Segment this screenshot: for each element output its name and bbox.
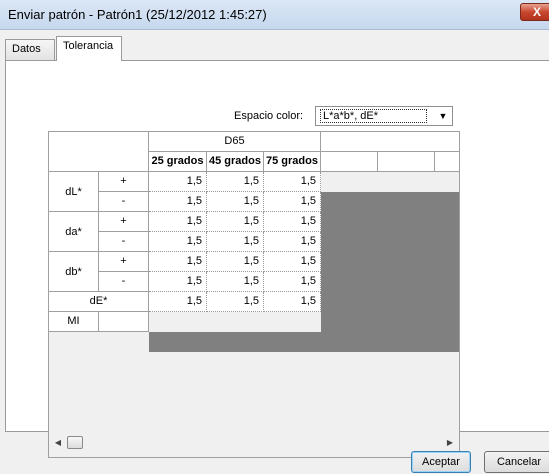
- scroll-left-icon[interactable]: ◀: [51, 435, 65, 450]
- extra-header-cell: [321, 152, 378, 172]
- color-space-label: Espacio color:: [234, 110, 304, 122]
- mi-row-cell: [99, 312, 149, 332]
- close-button[interactable]: X: [520, 3, 549, 21]
- horizontal-scrollbar[interactable]: ◀ ▶: [49, 434, 459, 451]
- color-space-select[interactable]: L*a*b*, dE* ▼: [315, 106, 453, 126]
- tolerance-value-cell[interactable]: 1,5: [207, 172, 264, 192]
- row-group-label: dL*: [49, 172, 99, 212]
- tolerance-value-cell[interactable]: 1,5: [264, 212, 321, 232]
- tolerance-value-cell[interactable]: 1,5: [149, 212, 207, 232]
- tolerance-value-cell[interactable]: 1,5: [149, 192, 207, 212]
- window-titlebar: Enviar patrón - Patrón1 (25/12/2012 1:45…: [0, 0, 549, 30]
- tolerance-value-cell[interactable]: 1,5: [264, 292, 321, 312]
- row-sign: +: [99, 252, 149, 272]
- row-sign: +: [99, 212, 149, 232]
- extra-header-cell: [321, 132, 459, 152]
- scroll-thumb[interactable]: [67, 436, 83, 449]
- tolerance-value-cell[interactable]: 1,5: [264, 192, 321, 212]
- tolerance-value-cell[interactable]: 1,5: [207, 272, 264, 292]
- de-row-label: dE*: [49, 292, 149, 312]
- tolerance-value-cell[interactable]: 1,5: [264, 232, 321, 252]
- illuminant-header: D65: [149, 132, 321, 152]
- extra-header-cell: [378, 152, 435, 172]
- row-sign: +: [99, 172, 149, 192]
- tolerance-value-cell[interactable]: 1,5: [264, 272, 321, 292]
- tab-tolerancia[interactable]: Tolerancia: [56, 36, 122, 61]
- tolerance-value-cell[interactable]: 1,5: [149, 292, 207, 312]
- color-space-value: L*a*b*, dE*: [320, 109, 427, 123]
- row-group-label: db*: [49, 252, 99, 292]
- window-title: Enviar patrón - Patrón1 (25/12/2012 1:45…: [8, 7, 267, 22]
- grid-empty-region-mi: [149, 332, 459, 352]
- tolerance-value-cell[interactable]: 1,5: [207, 292, 264, 312]
- tolerancia-panel: Espacio color: L*a*b*, dE* ▼ D65 25 grad…: [5, 60, 549, 458]
- tolerance-value-cell[interactable]: 1,5: [207, 212, 264, 232]
- tab-datos[interactable]: Datos: [5, 39, 55, 60]
- row-group-label: da*: [49, 212, 99, 252]
- accept-button[interactable]: Aceptar: [411, 451, 471, 473]
- tolerance-value-cell[interactable]: 1,5: [207, 192, 264, 212]
- dialog-client: Datos Tolerancia Espacio color: L*a*b*, …: [0, 30, 549, 474]
- tolerance-value-cell[interactable]: 1,5: [264, 172, 321, 192]
- grid-empty-region-de: [321, 292, 459, 332]
- row-sign: -: [99, 232, 149, 252]
- tolerance-value-cell[interactable]: 1,5: [207, 252, 264, 272]
- mi-row-label: MI: [49, 312, 99, 332]
- chevron-down-icon[interactable]: ▼: [434, 107, 452, 125]
- row-sign: -: [99, 272, 149, 292]
- column-header: 75 grados: [264, 152, 321, 172]
- column-header: 25 grados: [149, 152, 207, 172]
- tolerance-value-cell[interactable]: 1,5: [149, 272, 207, 292]
- tolerance-value-cell[interactable]: 1,5: [149, 232, 207, 252]
- tolerance-value-cell[interactable]: 1,5: [149, 252, 207, 272]
- tolerance-value-cell[interactable]: 1,5: [149, 172, 207, 192]
- grid-corner: [49, 132, 149, 172]
- tolerance-value-cell[interactable]: 1,5: [207, 232, 264, 252]
- tolerance-grid: D65 25 grados 45 grados 75 grados dL* da…: [48, 131, 460, 458]
- column-header: 45 grados: [207, 152, 264, 172]
- extra-header-cell: [435, 152, 459, 172]
- cancel-button[interactable]: Cancelar: [484, 451, 549, 473]
- row-sign: -: [99, 192, 149, 212]
- tolerance-value-cell[interactable]: 1,5: [264, 252, 321, 272]
- scroll-right-icon[interactable]: ▶: [443, 435, 457, 450]
